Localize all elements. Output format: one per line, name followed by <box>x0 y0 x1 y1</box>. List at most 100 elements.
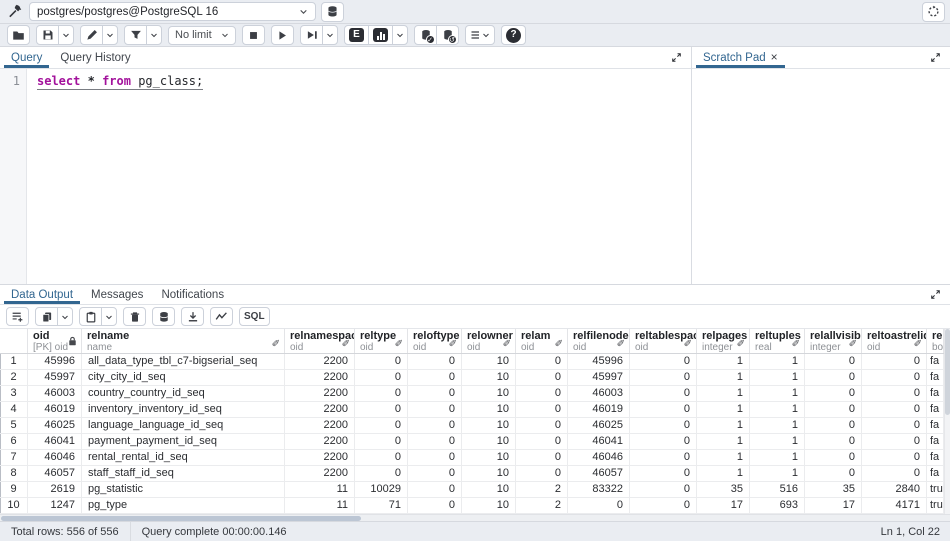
edit-button[interactable] <box>80 25 103 45</box>
grid-cell-oid[interactable]: 2619 <box>28 482 82 497</box>
grid-cell-reltype[interactable]: 0 <box>355 466 408 481</box>
cancel-query-button[interactable] <box>242 25 265 45</box>
grid-cell-relallvisible[interactable]: 0 <box>805 466 862 481</box>
grid-cell-relnamespace[interactable]: 2200 <box>285 370 355 385</box>
grid-cell-relam[interactable]: 0 <box>516 466 568 481</box>
grid-cell-relname[interactable]: rental_rental_id_seq <box>82 450 285 465</box>
grid-cell-rel[interactable]: fa <box>927 402 944 417</box>
grid-corner-cell[interactable] <box>0 329 28 353</box>
connection-status-button[interactable] <box>922 1 945 22</box>
grid-cell-relam[interactable]: 0 <box>516 354 568 369</box>
grid-cell-relfilenode[interactable]: 46057 <box>568 466 630 481</box>
row-number-cell[interactable]: 6 <box>0 434 28 449</box>
rollback-button[interactable]: ↺ <box>436 25 459 45</box>
grid-cell-relnamespace[interactable]: 2200 <box>285 386 355 401</box>
tab-scratch-pad[interactable]: Scratch Pad × <box>694 47 787 68</box>
row-number-cell[interactable]: 9 <box>0 482 28 497</box>
grid-cell-oid[interactable]: 1247 <box>28 498 82 513</box>
grid-cell-relallvisible[interactable]: 0 <box>805 450 862 465</box>
grid-cell-oid[interactable]: 45997 <box>28 370 82 385</box>
grid-cell-relowner[interactable]: 10 <box>462 402 516 417</box>
grid-cell-reloftype[interactable]: 0 <box>408 418 462 433</box>
grid-cell-reltype[interactable]: 0 <box>355 386 408 401</box>
grid-cell-relowner[interactable]: 10 <box>462 418 516 433</box>
grid-cell-relallvisible[interactable]: 0 <box>805 402 862 417</box>
filter-dropdown-button[interactable] <box>146 25 162 45</box>
grid-cell-reltablespace[interactable]: 0 <box>630 450 697 465</box>
save-dropdown-button[interactable] <box>58 25 74 45</box>
scratch-pad-editor[interactable] <box>692 69 950 284</box>
grid-cell-relname[interactable]: pg_statistic <box>82 482 285 497</box>
grid-cell-relnamespace[interactable]: 2200 <box>285 466 355 481</box>
grid-cell-relname[interactable]: inventory_inventory_id_seq <box>82 402 285 417</box>
grid-cell-oid[interactable]: 46057 <box>28 466 82 481</box>
grid-cell-rel[interactable]: fa <box>927 418 944 433</box>
tab-data-output[interactable]: Data Output <box>2 285 82 304</box>
tab-query[interactable]: Query <box>2 47 51 68</box>
grid-cell-rel[interactable]: fa <box>927 450 944 465</box>
grid-cell-relpages[interactable]: 1 <box>697 418 750 433</box>
grid-cell-relname[interactable]: all_data_type_tbl_c7-bigserial_seq <box>82 354 285 369</box>
horizontal-scrollbar-thumb[interactable] <box>1 516 361 521</box>
paste-button[interactable] <box>79 307 102 326</box>
grid-cell-reltoastrelid[interactable]: 0 <box>862 450 927 465</box>
grid-cell-reltablespace[interactable]: 0 <box>630 434 697 449</box>
column-header-reltuples[interactable]: reltuples real ✎ <box>750 329 805 353</box>
grid-cell-relfilenode[interactable]: 46046 <box>568 450 630 465</box>
grid-cell-relfilenode[interactable]: 0 <box>568 498 630 513</box>
grid-cell-relpages[interactable]: 35 <box>697 482 750 497</box>
column-header-relname[interactable]: relname name ✎ <box>82 329 285 353</box>
explain-analyze-button[interactable] <box>368 25 393 45</box>
grid-cell-reloftype[interactable]: 0 <box>408 370 462 385</box>
grid-cell-oid[interactable]: 46041 <box>28 434 82 449</box>
grid-cell-relpages[interactable]: 17 <box>697 498 750 513</box>
explain-dropdown-button[interactable] <box>392 25 408 45</box>
grid-cell-reloftype[interactable]: 0 <box>408 402 462 417</box>
grid-cell-oid[interactable]: 46046 <box>28 450 82 465</box>
row-number-cell[interactable]: 10 <box>0 498 28 513</box>
grid-cell-reltype[interactable]: 0 <box>355 434 408 449</box>
grid-cell-reltuples[interactable]: 1 <box>750 402 805 417</box>
grid-cell-reloftype[interactable]: 0 <box>408 434 462 449</box>
grid-cell-reltoastrelid[interactable]: 0 <box>862 466 927 481</box>
row-number-cell[interactable]: 2 <box>0 370 28 385</box>
add-row-button[interactable] <box>6 307 29 326</box>
row-number-cell[interactable]: 3 <box>0 386 28 401</box>
grid-cell-relnamespace[interactable]: 2200 <box>285 418 355 433</box>
grid-cell-rel[interactable]: tru <box>927 482 944 497</box>
grid-cell-reltablespace[interactable]: 0 <box>630 386 697 401</box>
explain-button[interactable]: E <box>344 25 369 45</box>
grid-cell-reloftype[interactable]: 0 <box>408 386 462 401</box>
grid-cell-reltablespace[interactable]: 0 <box>630 370 697 385</box>
grid-cell-relname[interactable]: language_language_id_seq <box>82 418 285 433</box>
grid-cell-reltuples[interactable]: 1 <box>750 434 805 449</box>
grid-cell-reltype[interactable]: 71 <box>355 498 408 513</box>
column-header-relam[interactable]: relam oid ✎ <box>516 329 568 353</box>
grid-cell-relam[interactable]: 0 <box>516 450 568 465</box>
grid-cell-reltablespace[interactable]: 0 <box>630 466 697 481</box>
grid-cell-relallvisible[interactable]: 0 <box>805 434 862 449</box>
grid-cell-reloftype[interactable]: 0 <box>408 482 462 497</box>
grid-cell-relowner[interactable]: 10 <box>462 370 516 385</box>
grid-cell-relowner[interactable]: 10 <box>462 450 516 465</box>
grid-cell-relfilenode[interactable]: 83322 <box>568 482 630 497</box>
grid-cell-reltuples[interactable]: 1 <box>750 450 805 465</box>
grid-cell-reltoastrelid[interactable]: 0 <box>862 418 927 433</box>
grid-cell-relowner[interactable]: 10 <box>462 482 516 497</box>
grid-cell-relnamespace[interactable]: 2200 <box>285 402 355 417</box>
close-icon[interactable]: × <box>771 51 778 63</box>
graph-visualiser-button[interactable] <box>210 307 233 326</box>
grid-cell-relfilenode[interactable]: 46003 <box>568 386 630 401</box>
grid-cell-reltuples[interactable]: 1 <box>750 386 805 401</box>
row-number-cell[interactable]: 8 <box>0 466 28 481</box>
grid-cell-relam[interactable]: 0 <box>516 434 568 449</box>
row-number-cell[interactable]: 4 <box>0 402 28 417</box>
new-connection-button[interactable] <box>321 1 344 22</box>
grid-cell-reltuples[interactable]: 516 <box>750 482 805 497</box>
grid-cell-relowner[interactable]: 10 <box>462 354 516 369</box>
row-number-cell[interactable]: 7 <box>0 450 28 465</box>
column-header-relnamespace[interactable]: relnamespaceoid✎ <box>285 329 355 353</box>
tab-messages[interactable]: Messages <box>82 285 152 304</box>
grid-cell-rel[interactable]: fa <box>927 386 944 401</box>
grid-cell-reltuples[interactable]: 1 <box>750 418 805 433</box>
